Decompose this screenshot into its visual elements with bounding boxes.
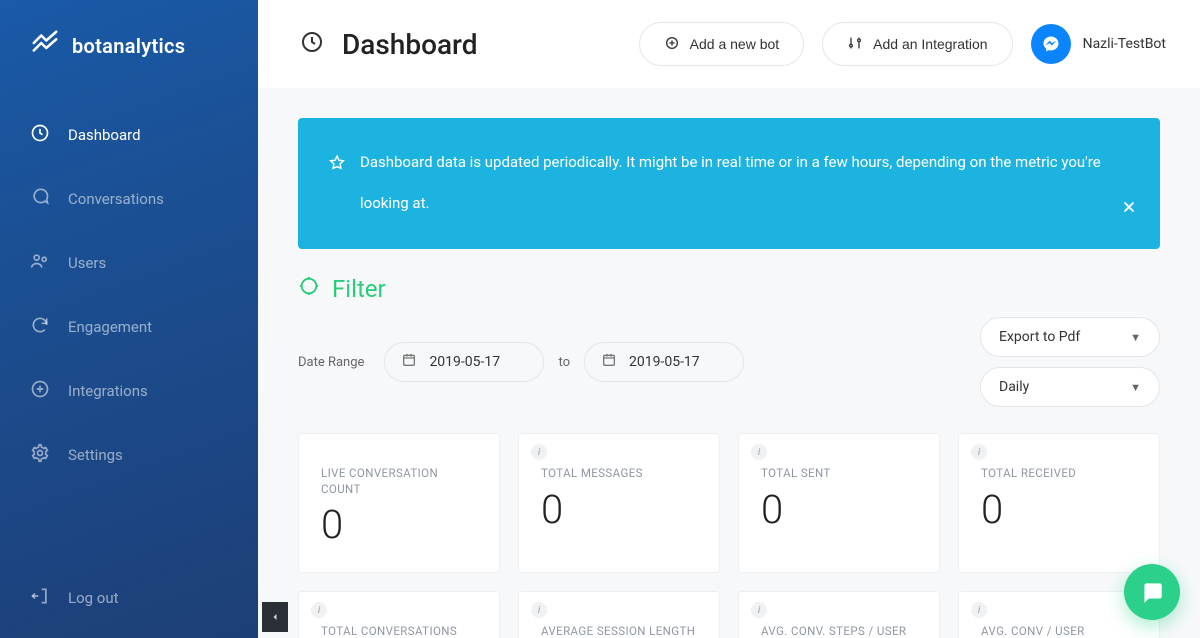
plus-circle-icon bbox=[30, 379, 50, 403]
chat-icon bbox=[30, 187, 50, 211]
info-banner-close[interactable] bbox=[1120, 191, 1138, 232]
sidebar-item-label: Settings bbox=[68, 446, 123, 464]
info-icon[interactable]: i bbox=[971, 444, 987, 460]
stat-card-total-conversations: i TOTAL CONVERSATIONS bbox=[298, 591, 500, 638]
filter-title: Filter bbox=[332, 275, 386, 303]
users-icon bbox=[30, 251, 50, 275]
stat-card-title: AVERAGE SESSION LENGTH bbox=[541, 624, 699, 638]
date-to-label: to bbox=[558, 355, 570, 370]
header: Dashboard Add a new bot Add an Integrati… bbox=[258, 0, 1200, 88]
filter-row: Date Range 2019-05-17 to 2019-05-17 Expo… bbox=[298, 317, 1160, 407]
date-to-input[interactable]: 2019-05-17 bbox=[584, 342, 744, 382]
info-icon[interactable]: i bbox=[971, 602, 987, 618]
info-banner-text: Dashboard data is updated periodically. … bbox=[360, 142, 1130, 223]
sidebar-nav: Dashboard Conversations Users Engagement… bbox=[0, 93, 258, 566]
bot-selector[interactable]: Nazli-TestBot bbox=[1031, 24, 1166, 64]
star-icon bbox=[328, 154, 346, 172]
stat-card-total-received: i TOTAL RECEIVED 0 bbox=[958, 433, 1160, 573]
stat-card-value: 0 bbox=[541, 486, 699, 533]
add-bot-button[interactable]: Add a new bot bbox=[639, 22, 805, 66]
sidebar-logout[interactable]: Log out bbox=[0, 566, 258, 638]
info-icon[interactable]: i bbox=[751, 602, 767, 618]
date-from-input[interactable]: 2019-05-17 bbox=[384, 342, 544, 382]
date-to-value: 2019-05-17 bbox=[629, 354, 700, 370]
sidebar-item-label: Integrations bbox=[68, 382, 148, 400]
sidebar-item-users[interactable]: Users bbox=[0, 231, 258, 295]
info-banner: Dashboard data is updated periodically. … bbox=[298, 118, 1160, 249]
brand-name: botanalytics bbox=[72, 34, 185, 58]
stat-card-total-messages: i TOTAL MESSAGES 0 bbox=[518, 433, 720, 573]
page-title: Dashboard bbox=[342, 28, 477, 61]
export-select-label: Export to Pdf bbox=[999, 329, 1080, 345]
stat-card-title: TOTAL SENT bbox=[761, 466, 919, 482]
main: Dashboard data is updated periodically. … bbox=[258, 88, 1200, 638]
sidebar-item-label: Dashboard bbox=[68, 126, 141, 144]
messenger-icon bbox=[1031, 24, 1071, 64]
sidebar: botanalytics Dashboard Conversations Use… bbox=[0, 0, 258, 638]
stat-card-title: TOTAL RECEIVED bbox=[981, 466, 1139, 482]
brand-logo-icon bbox=[30, 28, 60, 63]
stat-card-total-sent: i TOTAL SENT 0 bbox=[738, 433, 940, 573]
export-select[interactable]: Export to Pdf ▼ bbox=[980, 317, 1160, 357]
stat-card-value: 0 bbox=[321, 501, 479, 548]
stat-card-title: LIVE CONVERSATION COUNT bbox=[321, 466, 479, 497]
stat-card-value: 0 bbox=[981, 486, 1139, 533]
granularity-select[interactable]: Daily ▼ bbox=[980, 367, 1160, 407]
logout-icon bbox=[30, 586, 50, 610]
info-icon[interactable]: i bbox=[751, 444, 767, 460]
stat-card-title: TOTAL CONVERSATIONS bbox=[321, 624, 479, 638]
stat-cards-row-1: LIVE CONVERSATION COUNT 0 i TOTAL MESSAG… bbox=[298, 433, 1160, 573]
filter-heading: Filter bbox=[298, 275, 1160, 303]
stat-card-value: 0 bbox=[761, 486, 919, 533]
stat-card-title: AVG. CONV. STEPS / USER bbox=[761, 624, 919, 638]
brand: botanalytics bbox=[0, 0, 258, 93]
calendar-icon bbox=[601, 352, 617, 372]
sidebar-item-label: Conversations bbox=[68, 190, 164, 208]
target-icon bbox=[298, 275, 320, 303]
sidebar-item-engagement[interactable]: Engagement bbox=[0, 295, 258, 359]
bot-name: Nazli-TestBot bbox=[1083, 36, 1166, 52]
date-from-value: 2019-05-17 bbox=[429, 354, 500, 370]
chat-fab[interactable] bbox=[1124, 564, 1180, 620]
gear-icon bbox=[30, 443, 50, 467]
stat-card-avg-conv-steps-per-user: i AVG. CONV. STEPS / USER bbox=[738, 591, 940, 638]
sidebar-item-dashboard[interactable]: Dashboard bbox=[0, 103, 258, 167]
info-icon[interactable]: i bbox=[311, 602, 327, 618]
info-icon[interactable]: i bbox=[531, 444, 547, 460]
chevron-down-icon: ▼ bbox=[1130, 381, 1141, 394]
logout-label: Log out bbox=[68, 589, 119, 607]
granularity-select-label: Daily bbox=[999, 379, 1029, 395]
sidebar-item-label: Engagement bbox=[68, 318, 152, 336]
stat-cards-row-2: i TOTAL CONVERSATIONS i AVERAGE SESSION … bbox=[298, 591, 1160, 638]
refresh-icon bbox=[30, 315, 50, 339]
intercom-icon bbox=[1139, 579, 1165, 605]
stat-card-title: TOTAL MESSAGES bbox=[541, 466, 699, 482]
clock-icon bbox=[30, 123, 50, 147]
clock-icon bbox=[300, 30, 324, 58]
plus-circle-icon bbox=[664, 35, 680, 54]
sidebar-item-integrations[interactable]: Integrations bbox=[0, 359, 258, 423]
add-integration-label: Add an Integration bbox=[873, 36, 987, 52]
add-bot-label: Add a new bot bbox=[690, 36, 780, 52]
info-icon[interactable]: i bbox=[531, 602, 547, 618]
calendar-icon bbox=[401, 352, 417, 372]
add-integration-button[interactable]: Add an Integration bbox=[822, 22, 1012, 66]
chevron-down-icon: ▼ bbox=[1130, 331, 1141, 344]
sidebar-item-conversations[interactable]: Conversations bbox=[0, 167, 258, 231]
stat-card-live-conversation-count: LIVE CONVERSATION COUNT 0 bbox=[298, 433, 500, 573]
sliders-icon bbox=[847, 35, 863, 54]
sidebar-item-settings[interactable]: Settings bbox=[0, 423, 258, 487]
stat-card-average-session-length: i AVERAGE SESSION LENGTH bbox=[518, 591, 720, 638]
date-range-label: Date Range bbox=[298, 355, 364, 370]
stat-card-title: AVG. CONV / USER bbox=[981, 624, 1139, 638]
sidebar-item-label: Users bbox=[68, 254, 106, 272]
